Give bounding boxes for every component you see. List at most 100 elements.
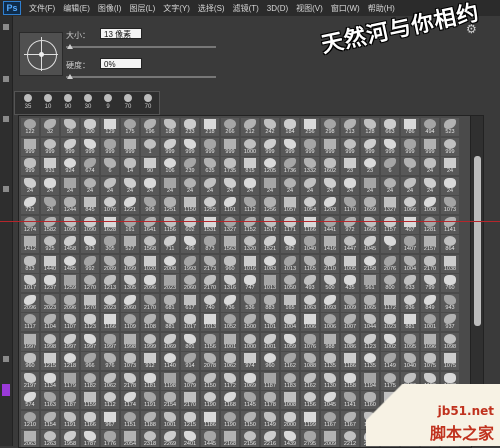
tool-icon[interactable] [3,186,9,192]
brush-preset-cell[interactable]: 999 [101,137,119,156]
brush-preset-cell[interactable]: 992 [81,254,99,273]
brush-preset-cell[interactable]: 1023 [381,313,399,331]
brush-preset-cell[interactable]: 1016 [241,254,259,273]
brush-preset-cell[interactable]: 1149 [381,352,399,370]
brush-preset-cell[interactable]: 2078 [201,352,219,370]
brush-preset-cell[interactable]: 1157 [381,215,399,234]
brush-preset-cell[interactable]: 24 [421,157,439,175]
brush-preset-cell[interactable]: 1099 [121,254,139,273]
brush-preset-cell[interactable]: 721 [21,196,39,214]
brush-preset-cell[interactable]: 1001 [221,332,239,351]
brush-preset-cell[interactable]: 1017 [21,274,39,292]
brush-preset-cell[interactable]: 1050 [281,274,299,292]
brush-preset-cell[interactable]: 999 [281,137,299,156]
brush-preset-cell[interactable]: 24 [281,176,299,195]
brush-preset-cell[interactable]: 435 [341,274,359,292]
brush-preset-cell[interactable]: 233 [181,118,199,136]
brush-preset-cell[interactable]: 740 [201,293,219,312]
brush-preset-cell[interactable]: 2110 [321,254,339,273]
brush-preset-cell[interactable]: 760 [441,274,459,292]
brush-preset-cell[interactable]: 1149 [261,410,279,429]
brush-preset-cell[interactable]: 1038 [441,254,459,273]
brush-preset-cell[interactable]: 24 [121,176,139,195]
color-swatch-icon[interactable] [2,384,10,396]
brush-preset-cell[interactable]: 2089 [101,254,119,273]
brush-preset-cell[interactable]: 188 [161,118,179,136]
brush-preset-cell[interactable]: 527 [121,235,139,253]
brush-preset-cell[interactable]: 881 [401,313,419,331]
brush-preset-cell[interactable]: 500 [321,274,339,292]
brush-preset-cell[interactable]: 736 [221,293,239,312]
brush-preset-cell[interactable]: 2170 [181,391,199,409]
brush-preset-cell[interactable]: 24 [81,176,99,195]
brush-preset-cell[interactable]: 1165 [301,254,319,273]
brush-preset-cell[interactable]: 1997 [61,332,79,351]
brush-preset-cell[interactable]: 663 [381,118,399,136]
brush-preset-cell[interactable]: 999 [301,137,319,156]
brush-preset-cell[interactable]: 161 [121,215,139,234]
brush-preset-cell[interactable]: 1013 [261,274,279,292]
brush-preset-cell[interactable]: 999 [181,137,199,156]
brush-preset-cell[interactable]: 1156 [201,332,219,351]
tool-icon[interactable] [3,356,9,362]
brush-preset-cell[interactable]: 1172 [221,371,239,390]
brush-preset-cell[interactable]: 982 [281,235,299,253]
brush-preset-cell[interactable]: 1221 [121,196,139,214]
menu-item[interactable]: 滤镜(T) [229,3,263,14]
menu-item[interactable]: 文件(F) [25,3,59,14]
brush-preset-cell[interactable]: 801 [181,332,199,351]
brush-preset-cell[interactable]: 122 [21,118,39,136]
brush-preset-cell[interactable]: 1563 [221,235,239,253]
brush-preset-cell[interactable]: 999 [201,137,219,156]
brush-preset-cell[interactable]: 924 [61,157,79,175]
brush-preset-cell[interactable]: 1006 [301,313,319,331]
brush-preset-cell[interactable]: 2158 [361,254,379,273]
brush-preset-cell[interactable]: 407 [401,215,419,234]
brush-preset-cell[interactable]: 1439 [281,430,299,447]
brush-preset-cell[interactable]: 24 [21,176,39,195]
brush-preset-cell[interactable]: 2000 [281,410,299,429]
brush-preset-cell[interactable]: 999 [401,137,419,156]
brush-preset-cell[interactable]: 912 [141,352,159,370]
brush-preset-cell[interactable]: 1210 [21,410,39,429]
brush-preset-cell[interactable]: 24 [421,176,439,195]
brush-preset-cell[interactable]: 883 [261,293,279,312]
brush-preset-cell[interactable]: 1181 [141,371,159,390]
brush-preset-cell[interactable]: 1521 [261,235,279,253]
brush-preset-cell[interactable]: 2096 [61,293,79,312]
brush-preset-cell[interactable]: 1090 [81,215,99,234]
brush-preset-cell[interactable]: 9 [381,235,399,253]
brush-preset-cell[interactable]: 1735 [221,157,239,175]
brush-preset-cell[interactable]: 2212 [341,430,359,447]
tool-icon[interactable] [3,24,9,30]
brush-preset-cell[interactable]: 1020 [141,254,159,273]
brush-preset-cell[interactable]: 966 [81,352,99,370]
brush-preset-cell[interactable]: 976 [101,352,119,370]
brush-preset-cell[interactable]: 218 [201,118,219,136]
brush-preset-cell[interactable]: 2157 [421,235,439,253]
brush-preset-cell[interactable]: 24 [161,176,179,195]
brush-preset-cell[interactable]: 1407 [401,235,419,253]
brush-preset-cell[interactable]: 988 [321,332,339,351]
brush-preset-cell[interactable]: 1162 [301,371,319,390]
brush-preset-cell[interactable]: 1190 [221,410,239,429]
brush-preset-cell[interactable]: 24 [261,176,279,195]
brush-preset-cell[interactable]: 1151 [121,410,139,429]
brush-preset-cell[interactable]: 1485 [61,254,79,273]
brush-preset-cell[interactable]: 24 [441,157,459,175]
brush-preset-cell[interactable]: 1069 [241,371,259,390]
brush-preset-cell[interactable]: 574 [21,391,39,409]
brush-preset-cell[interactable]: 999 [261,137,279,156]
brush-preset-cell[interactable]: 2054 [121,430,139,447]
brush-preset-cell[interactable]: 106 [161,157,179,175]
hardness-slider-thumb[interactable] [67,74,73,79]
brush-preset-cell[interactable]: 799 [421,274,439,292]
brush-preset-cell[interactable]: 1007 [341,313,359,331]
brush-preset-cell[interactable]: 1205 [261,157,279,175]
tool-icon[interactable] [3,116,9,122]
menu-item[interactable]: 图层(L) [125,3,159,14]
brush-preset-cell[interactable]: 2216 [261,430,279,447]
brush-angle-preview[interactable] [19,32,63,76]
brush-preset-cell[interactable]: 633 [401,274,419,292]
menu-item[interactable]: 图像(I) [94,3,126,14]
